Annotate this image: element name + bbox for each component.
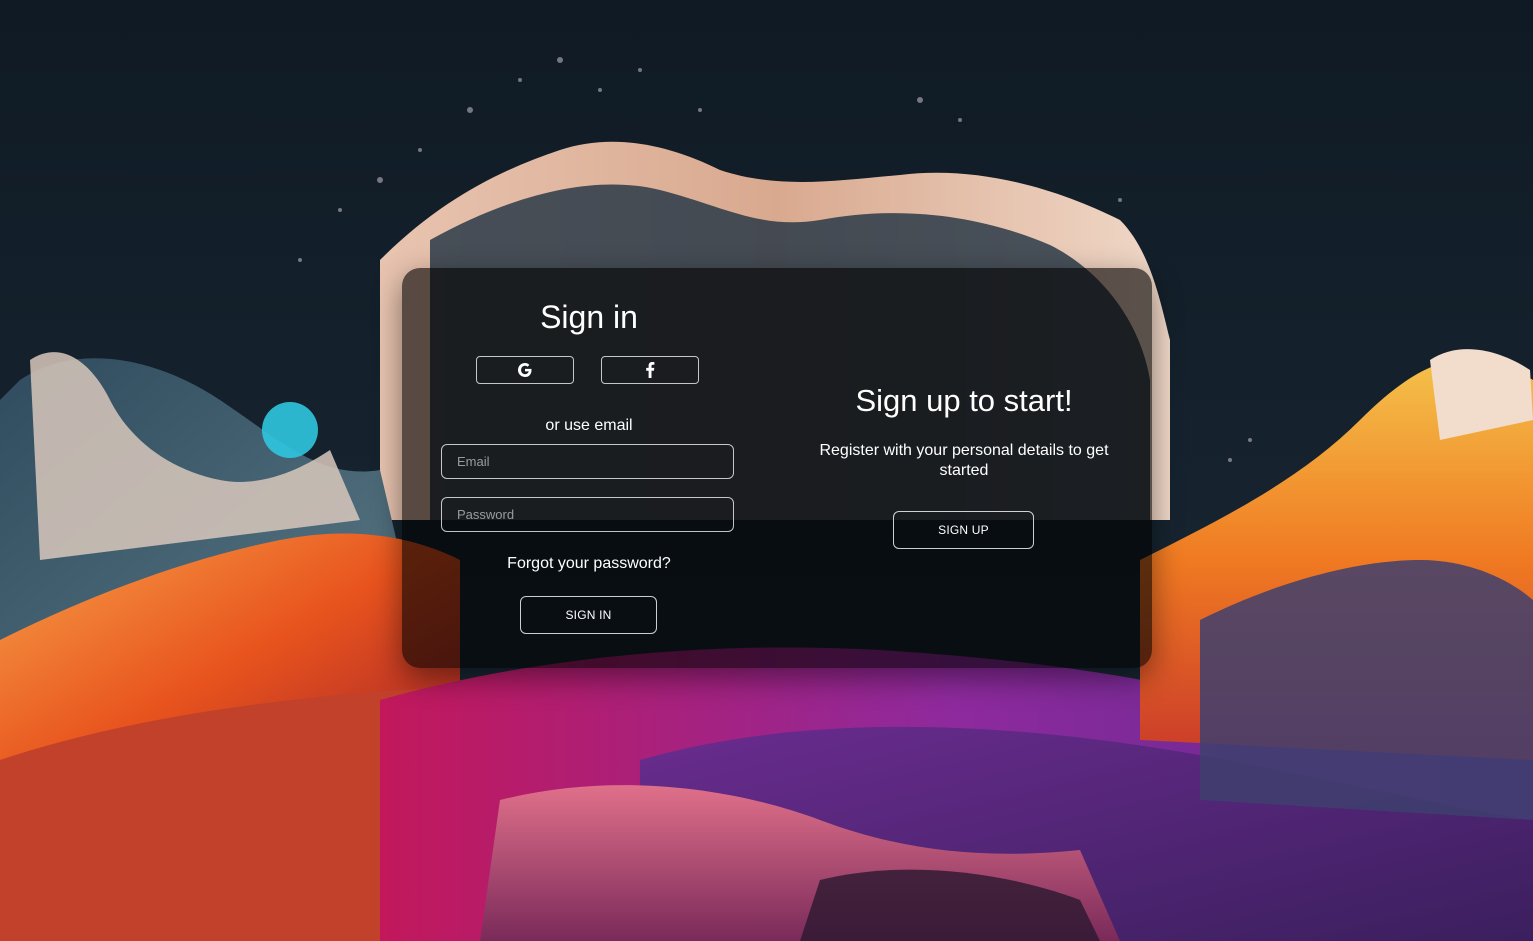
signup-title: Sign up to start! xyxy=(855,383,1073,418)
signup-button[interactable]: SIGN UP xyxy=(893,511,1034,549)
password-field[interactable] xyxy=(441,497,734,532)
signup-panel: Sign up to start! Register with your per… xyxy=(776,268,1152,668)
signin-panel: Sign in or use email Forgot your passwo xyxy=(402,268,776,668)
signin-button[interactable]: SIGN IN xyxy=(520,596,657,634)
forgot-password-link[interactable]: Forgot your password? xyxy=(402,555,776,573)
google-signin-button[interactable] xyxy=(476,356,574,384)
google-icon xyxy=(517,362,533,378)
auth-card: Sign in or use email Forgot your passwo xyxy=(402,268,1152,668)
divider-text: or use email xyxy=(545,417,633,434)
signup-description: Register with your personal details to g… xyxy=(819,442,1109,479)
facebook-icon xyxy=(645,362,655,378)
email-field[interactable] xyxy=(441,444,734,479)
signin-title: Sign in xyxy=(540,299,638,335)
facebook-signin-button[interactable] xyxy=(601,356,699,384)
